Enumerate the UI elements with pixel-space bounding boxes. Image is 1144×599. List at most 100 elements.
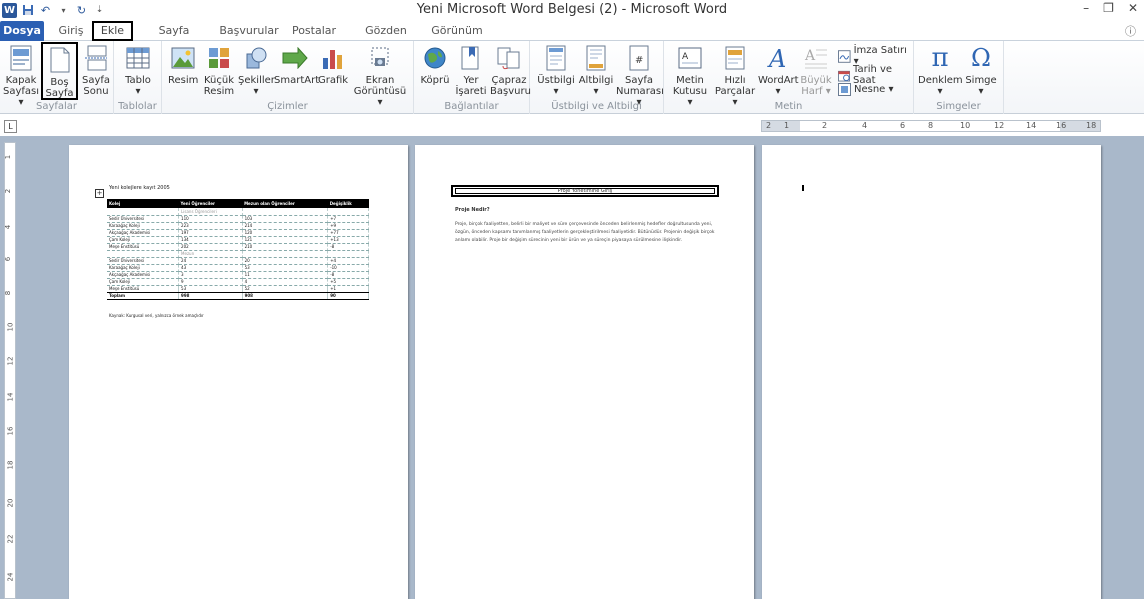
table-cell: +1 — [327, 285, 369, 293]
ruler-tick: 2 — [766, 121, 772, 130]
group-pages-label: Sayfalar — [35, 101, 78, 112]
chart-button[interactable]: Grafik — [318, 44, 348, 86]
table-move-handle-icon[interactable]: + — [95, 189, 104, 198]
table-cell: 121 — [242, 236, 329, 244]
tab-insert[interactable]: Ekle — [92, 21, 133, 41]
table-row: Karaağaç Koleji 43 53 -10 — [107, 264, 369, 272]
page-3[interactable] — [762, 145, 1101, 599]
symbol-dropdown-icon: ▾ — [978, 86, 984, 97]
table-cell: 53 — [178, 285, 243, 293]
group-header-footer: Üstbilgi ▾ Altbilgi ▾ # Sayfa Numarası ▾… — [530, 41, 664, 114]
horizontal-ruler[interactable]: 2 1 2 4 6 8 10 12 14 16 18 — [761, 120, 1101, 132]
page-number-icon: # — [626, 44, 652, 72]
restore-icon[interactable]: ❐ — [1103, 1, 1114, 15]
enrollment-table[interactable]: Kolej Yeni Öğrenciler Mezun olan Öğrenci… — [107, 199, 369, 300]
vruler-tick: 8 — [4, 290, 13, 296]
svg-text:A: A — [804, 48, 816, 64]
tab-review[interactable]: Gözden Geçir — [350, 21, 422, 56]
cross-reference-icon — [496, 44, 522, 72]
shapes-button[interactable]: Şekiller ▾ — [238, 44, 275, 97]
table-total-row: Toplam 998 908 90 — [107, 291, 369, 300]
table-cell: 223 — [178, 222, 243, 230]
drop-cap-label2: Harf ▾ — [801, 86, 831, 97]
table-cell: Çam Koleji — [107, 236, 180, 244]
page-break-button[interactable]: Sayfa Sonu — [80, 44, 112, 97]
table-icon — [125, 44, 151, 72]
body-paragraph: Proje, birçok faaliyetten, belirli bir m… — [455, 222, 715, 243]
table-row: Mezun — [107, 250, 369, 258]
page-2[interactable]: Proje Yönetimine Giriş Proje Nedir? Proj… — [415, 145, 754, 599]
screenshot-button[interactable]: Ekran Görüntüsü ▾ — [350, 44, 410, 108]
window-controls: – ❐ ✕ — [1083, 1, 1138, 15]
wordart-label: WordArt — [758, 75, 799, 86]
header-icon — [543, 44, 569, 72]
close-icon[interactable]: ✕ — [1128, 1, 1138, 15]
signature-line-icon — [838, 49, 851, 63]
table-row: Akçaağaç Akademisi 197 120 +77 — [107, 229, 369, 237]
pi-icon: π — [931, 42, 949, 73]
wordart-dropdown-icon: ▾ — [775, 86, 781, 97]
bookmark-button[interactable]: Yer İşareti — [454, 44, 488, 97]
table-cell: 110 — [178, 215, 243, 223]
symbol-button[interactable]: Ω Simge ▾ — [962, 44, 1000, 98]
object-icon — [838, 83, 851, 96]
tab-mailings[interactable]: Postalar — [288, 21, 340, 41]
tab-file[interactable]: Dosya — [0, 21, 44, 41]
table-cell: 43 — [178, 264, 243, 272]
title-bar: W ↶ ▾ ↻ ⇣ Yeni Microsoft Word Belgesi (2… — [0, 0, 1144, 20]
tab-references[interactable]: Başvurular — [218, 21, 280, 41]
table-header: Değişiklik — [327, 199, 369, 208]
picture-label: Resim — [168, 75, 199, 86]
equation-button[interactable]: π Denklem ▾ — [918, 42, 963, 98]
smartart-button[interactable]: SmartArt — [274, 44, 320, 86]
tab-home[interactable]: Giriş — [52, 21, 90, 41]
footer-button[interactable]: Altbilgi ▾ — [576, 44, 616, 97]
text-box-button[interactable]: A Metin Kutusu ▾ — [670, 44, 710, 108]
clip-art-icon — [206, 44, 232, 72]
table-button[interactable]: Tablo ▾ — [120, 44, 156, 97]
group-tables-label: Tablolar — [118, 101, 157, 112]
group-illustrations: Resim Küçük Resim Şekiller ▾ SmartArt Gr… — [162, 41, 414, 114]
tab-view[interactable]: Görünüm — [430, 21, 484, 41]
vertical-ruler[interactable]: 1 2 4 6 8 10 12 14 16 18 20 22 24 — [4, 142, 16, 599]
drop-cap-button[interactable]: A Büyük Harf ▾ — [798, 44, 834, 97]
ruler-tick: 12 — [994, 121, 1005, 130]
vruler-tick: 18 — [6, 460, 15, 470]
table-cell: 214 — [242, 222, 329, 230]
minimize-icon[interactable]: – — [1083, 1, 1089, 15]
table-cell: 53 — [242, 264, 329, 272]
wordart-button[interactable]: A WordArt ▾ — [758, 44, 799, 97]
picture-button[interactable]: Resim — [168, 44, 198, 86]
page-number-button[interactable]: # Sayfa Numarası ▾ — [616, 44, 664, 108]
svg-text:A: A — [767, 45, 786, 71]
clip-art-button[interactable]: Küçük Resim — [202, 44, 236, 97]
quick-parts-button[interactable]: Hızlı Parçalar ▾ — [712, 44, 758, 108]
vruler-tick: 12 — [6, 356, 15, 366]
page-break-label: Sayfa — [81, 75, 111, 86]
hyperlink-button[interactable]: Köprü — [418, 44, 452, 86]
smartart-label: SmartArt — [274, 75, 320, 86]
blank-page-button[interactable]: Boş Sayfa — [41, 42, 78, 100]
table-cell: Akçaağaç Akademisi — [107, 229, 180, 237]
ruler-area: L 2 1 2 4 6 8 10 12 14 16 18 — [0, 114, 1144, 136]
picture-icon — [170, 44, 196, 72]
cross-reference-button[interactable]: Çapraz Başvuru — [490, 44, 531, 97]
help-icon[interactable]: ⓘ — [1125, 23, 1136, 39]
object-button[interactable]: Nesne ▾ — [838, 83, 894, 96]
cover-page-button[interactable]: Kapak Sayfası ▾ — [3, 44, 39, 108]
tab-selector-icon[interactable]: L — [4, 120, 17, 133]
page-1[interactable]: Yeni kolejlere kayıt 2005 + Kolej Yeni Ö… — [69, 145, 408, 599]
table-cell: 134 — [178, 236, 243, 244]
tab-page-layout[interactable]: Sayfa Düzeni — [140, 21, 208, 56]
ribbon-tabs: Dosya Giriş Ekle Sayfa Düzeni Başvurular… — [0, 20, 1144, 56]
section-heading: Proje Nedir? — [455, 207, 490, 213]
table-cell: 24 — [178, 257, 243, 265]
table-cell — [242, 250, 329, 258]
table-cell — [327, 208, 369, 216]
table-row: Lisans Öğrencileri — [107, 208, 369, 216]
header-button[interactable]: Üstbilgi ▾ — [536, 44, 576, 97]
vruler-tick: 6 — [4, 256, 13, 262]
group-links-label: Bağlantılar — [444, 101, 499, 112]
table-cell: Lisans Öğrencileri — [178, 208, 243, 216]
cover-page-label: Kapak — [5, 75, 37, 86]
